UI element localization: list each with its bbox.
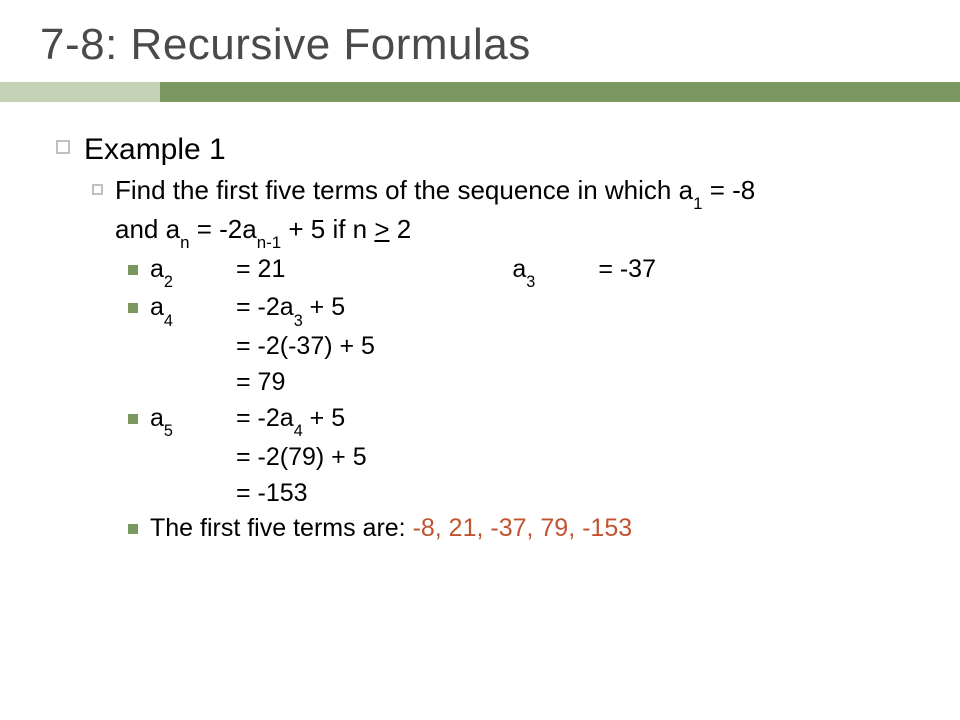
value: = -37 [598, 255, 656, 283]
term-a5-step2: = -2(79) + 5 [56, 441, 912, 475]
text: + 5 [303, 404, 345, 432]
subscript: n [180, 233, 189, 252]
filled-square-bullet-icon [128, 303, 138, 313]
subscript: 1 [693, 194, 702, 213]
problem-text: Find the first five terms of the sequenc… [115, 173, 755, 251]
text: = -2(-37) + 5 [236, 330, 375, 364]
accent-bar [0, 82, 960, 102]
text: + 5 [303, 293, 345, 321]
text: The first five terms are: [150, 514, 413, 542]
text: = 79 [236, 366, 285, 400]
subscript: 4 [294, 422, 303, 440]
subscript: n-1 [257, 233, 281, 252]
accent-bar-left [0, 82, 160, 102]
hollow-square-bullet-icon [56, 140, 70, 154]
problem-statement: Find the first five terms of the sequenc… [56, 173, 912, 251]
term-a5-step3: = -153 [56, 477, 912, 511]
text: = -153 [236, 477, 308, 511]
term-a4: a4 = -2a3 + 5 [56, 291, 912, 328]
text: 2 [390, 214, 412, 244]
term-a4-step2: = -2(-37) + 5 [56, 330, 912, 364]
filled-square-bullet-icon [128, 524, 138, 534]
term-a2-a3: a2= 21 a3= -37 [56, 253, 912, 290]
slide-title: 7-8: Recursive Formulas [0, 0, 960, 82]
filled-square-bullet-icon [128, 414, 138, 424]
example-heading: Example 1 [56, 130, 912, 171]
accent-bar-right [160, 82, 960, 102]
text: Find the first five terms of the sequenc… [115, 175, 693, 205]
hollow-square-bullet-icon [92, 184, 103, 195]
text: a [150, 404, 164, 432]
subscript: 2 [164, 273, 173, 291]
slide-content: Example 1 Find the first five terms of t… [0, 102, 960, 546]
text: = -2a [236, 404, 294, 432]
text: + 5 if n [281, 214, 374, 244]
example-label: Example 1 [84, 130, 226, 171]
text: a [150, 293, 164, 321]
text: = -8 [702, 175, 755, 205]
value: = 21 [236, 253, 285, 287]
subscript: 3 [526, 273, 535, 291]
answer-values: -8, 21, -37, 79, -153 [413, 514, 633, 542]
subscript: 4 [164, 312, 173, 330]
term-a5: a5 = -2a4 + 5 [56, 402, 912, 439]
text: a [150, 255, 164, 283]
text: a [512, 255, 526, 283]
summary-line: The first five terms are: -8, 21, -37, 7… [56, 512, 912, 546]
summary-text: The first five terms are: -8, 21, -37, 7… [150, 512, 632, 546]
term-line: a5 = -2a4 + 5 [150, 402, 345, 439]
subscript: 3 [294, 312, 303, 330]
text: = -2(79) + 5 [236, 441, 367, 475]
text: = -2a [189, 214, 256, 244]
text: = -2a [236, 293, 294, 321]
term-line: a2= 21 a3= -37 [150, 253, 656, 290]
ge-symbol: > [374, 214, 389, 244]
subscript: 5 [164, 422, 173, 440]
term-a4-step3: = 79 [56, 366, 912, 400]
filled-square-bullet-icon [128, 265, 138, 275]
text: and a [115, 214, 180, 244]
term-line: a4 = -2a3 + 5 [150, 291, 345, 328]
